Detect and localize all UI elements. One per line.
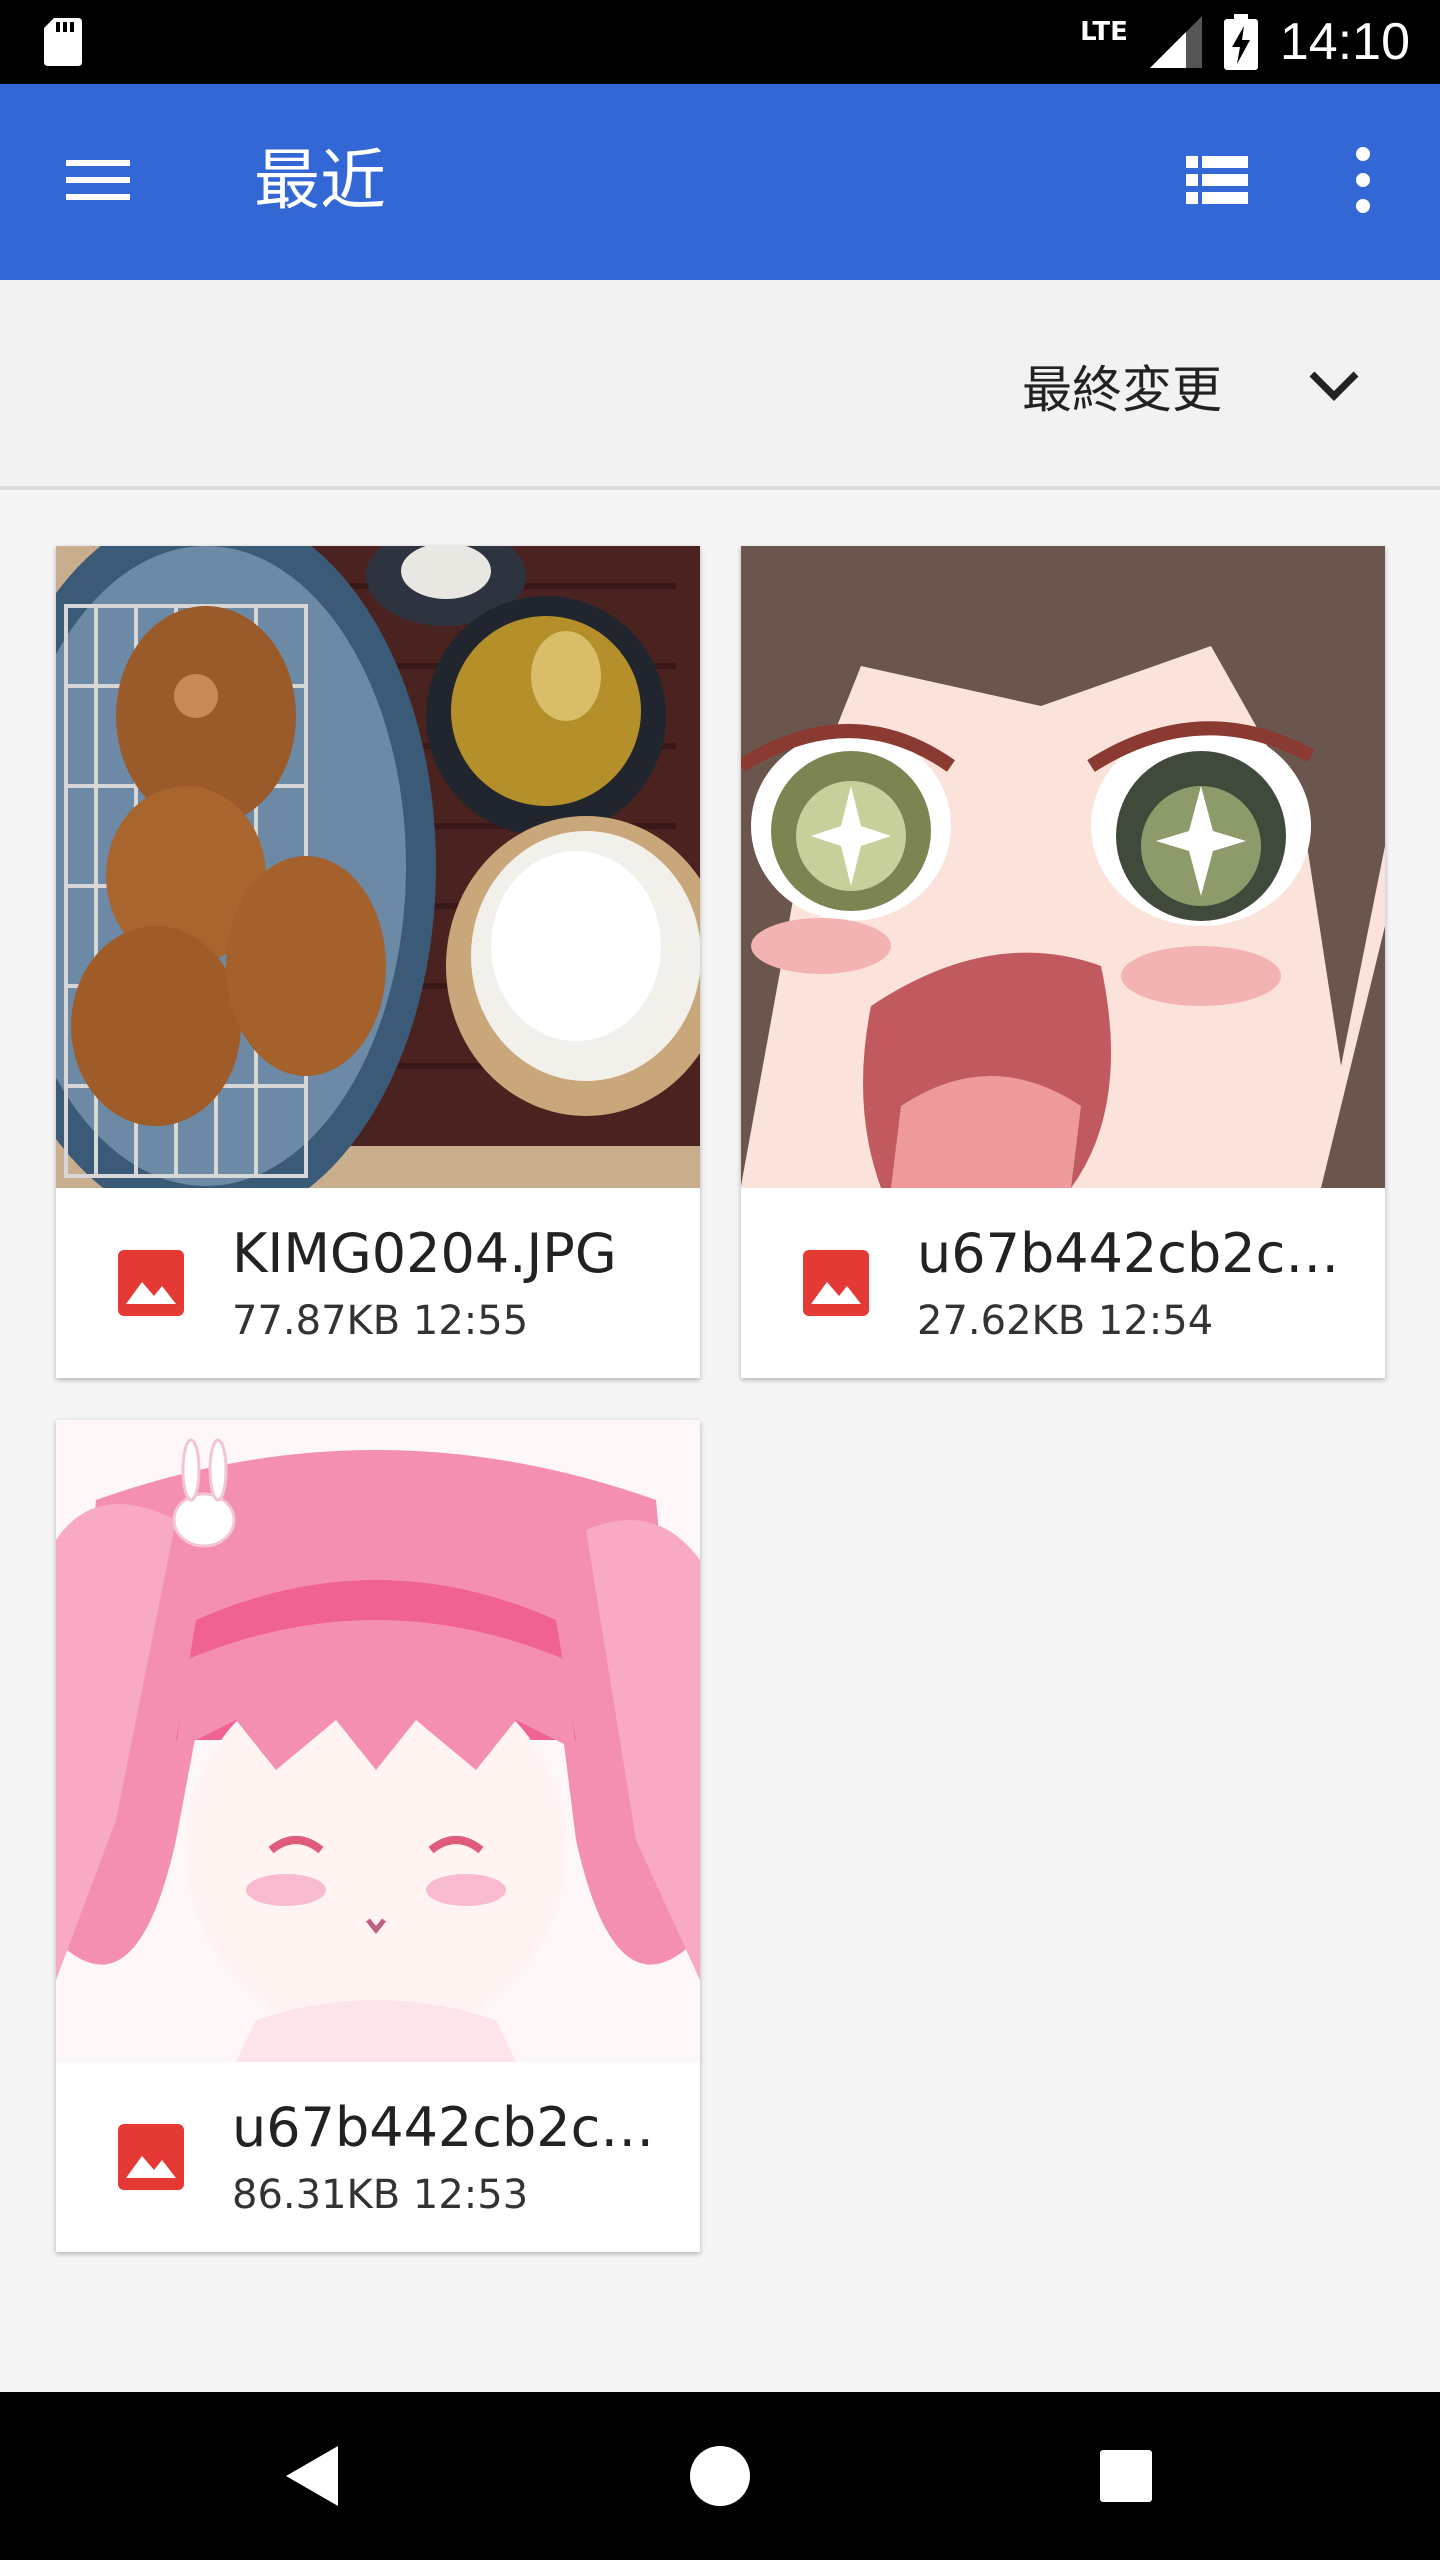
list-view-icon[interactable] xyxy=(1182,150,1252,210)
file-meta: u67b442cb2cb… 27.62KB 12:54 xyxy=(741,1188,1385,1378)
file-info: 77.87KB 12:55 xyxy=(232,1298,529,1344)
file-thumbnail xyxy=(56,546,700,1188)
file-card[interactable]: u67b442cb2cb… 27.62KB 12:54 xyxy=(741,546,1385,1378)
page-title: 最近 xyxy=(254,142,386,219)
pink-hair-girl-image xyxy=(56,1420,700,2062)
image-file-icon xyxy=(118,2124,184,2190)
sd-card-icon xyxy=(44,18,82,66)
file-meta: KIMG0204.JPG 77.87KB 12:55 xyxy=(56,1188,700,1378)
sort-bar: 最終変更 xyxy=(0,280,1440,490)
sort-dropdown[interactable]: 最終変更 xyxy=(1022,350,1222,422)
file-name: u67b442cb2cb… xyxy=(232,2096,672,2159)
file-thumbnail xyxy=(56,1420,700,2062)
chevron-down-icon[interactable] xyxy=(1306,366,1362,406)
file-card[interactable]: KIMG0204.JPG 77.87KB 12:55 xyxy=(56,546,700,1378)
file-thumbnail xyxy=(741,546,1385,1188)
hamburger-menu-icon[interactable] xyxy=(58,150,138,210)
tonkatsu-photo-image xyxy=(56,546,700,1188)
status-bar: LTE 14:10 xyxy=(0,0,1440,84)
more-vert-icon[interactable] xyxy=(1330,144,1396,216)
app-bar: 最近 xyxy=(0,84,1440,280)
clock: 14:10 xyxy=(1279,13,1410,71)
back-icon[interactable] xyxy=(272,2436,352,2516)
anime-face-image xyxy=(741,546,1385,1188)
file-meta: u67b442cb2cb… 86.31KB 12:53 xyxy=(56,2062,700,2252)
file-card[interactable]: u67b442cb2cb… 86.31KB 12:53 xyxy=(56,1420,700,2252)
signal-icon xyxy=(1149,16,1202,68)
image-file-icon xyxy=(118,1250,184,1316)
file-name: KIMG0204.JPG xyxy=(232,1222,617,1285)
file-info: 86.31KB 12:53 xyxy=(232,2172,529,2218)
file-grid: KIMG0204.JPG 77.87KB 12:55 u67b442cb2cb…… xyxy=(0,490,1440,2390)
file-info: 27.62KB 12:54 xyxy=(917,1298,1214,1344)
recent-apps-icon[interactable] xyxy=(1086,2436,1166,2516)
file-name: u67b442cb2cb… xyxy=(917,1222,1357,1285)
image-file-icon xyxy=(803,1250,869,1316)
battery-charging-icon xyxy=(1223,14,1258,70)
navigation-bar xyxy=(0,2392,1440,2560)
home-icon[interactable] xyxy=(680,2436,760,2516)
network-type: LTE xyxy=(1080,17,1128,47)
